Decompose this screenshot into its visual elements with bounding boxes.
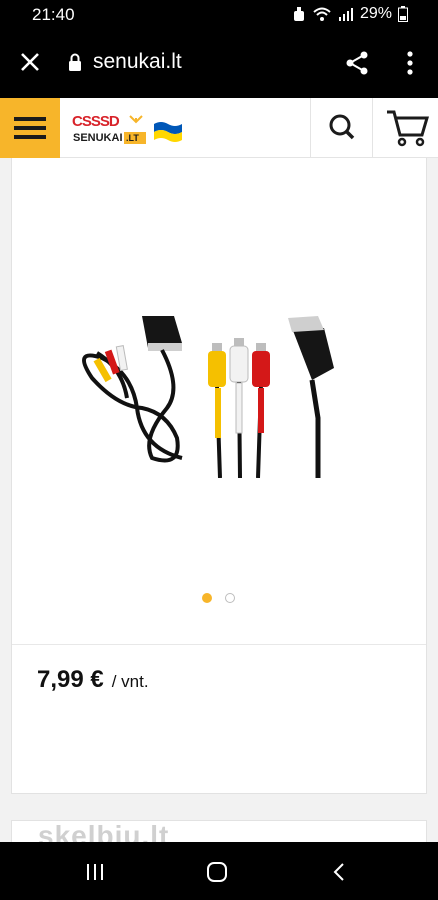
search-button[interactable]	[310, 98, 372, 158]
image-pagination	[202, 593, 235, 603]
system-nav-bar	[0, 842, 438, 900]
senukai-logo[interactable]: CSSSD SENUKAI .LT	[72, 112, 182, 146]
url-text[interactable]: senukai.lt	[93, 50, 182, 74]
price-unit: / vnt.	[111, 672, 149, 691]
hamburger-icon	[14, 117, 46, 139]
logo-image: CSSSD SENUKAI .LT	[72, 113, 182, 144]
browser-toolbar: senukai.lt	[0, 30, 438, 98]
wifi-icon	[313, 7, 331, 21]
status-icons: 29%	[292, 5, 408, 23]
recent-apps-icon[interactable]	[83, 860, 107, 884]
svg-text:SENUKAI: SENUKAI	[73, 132, 123, 144]
product-image[interactable]	[62, 288, 362, 478]
price-row: 7,99 € / vnt.	[37, 666, 149, 694]
price: 7,99 €	[37, 666, 104, 693]
svg-text:CSSSD: CSSSD	[72, 113, 120, 130]
home-icon[interactable]	[205, 860, 229, 884]
menu-button[interactable]	[0, 98, 60, 158]
search-icon	[329, 114, 355, 140]
cart-button[interactable]	[372, 98, 438, 158]
cart-icon	[387, 110, 430, 147]
share-icon[interactable]	[344, 50, 370, 76]
close-icon[interactable]	[18, 50, 42, 74]
site-header: CSSSD SENUKAI .LT	[0, 98, 438, 158]
back-icon[interactable]	[328, 860, 352, 884]
signal-icon	[338, 8, 353, 21]
alarm-icon	[293, 7, 304, 21]
pagination-dot-1[interactable]	[202, 593, 212, 603]
battery-icon	[398, 6, 408, 22]
battery-percent: 29%	[359, 5, 392, 22]
card-divider	[12, 644, 426, 645]
status-bar: 21:40 29%	[0, 0, 438, 30]
svg-text:.LT: .LT	[126, 133, 139, 143]
pagination-dot-2[interactable]	[225, 593, 235, 603]
more-options-icon[interactable]	[404, 50, 416, 76]
product-card: 7,99 € / vnt.	[11, 158, 427, 794]
status-time: 21:40	[32, 5, 75, 24]
lock-icon	[69, 53, 81, 71]
